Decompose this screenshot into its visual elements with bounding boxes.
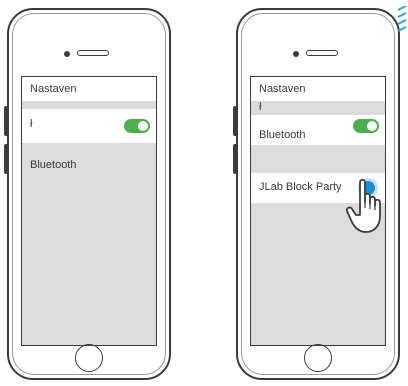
tap-hand-icon — [346, 178, 381, 233]
bluetooth-row[interactable]: Bluetooth — [251, 115, 385, 145]
volume-up-button — [4, 106, 8, 136]
home-button[interactable] — [304, 344, 332, 372]
settings-title: Nastaven — [30, 83, 77, 95]
speaker-icon — [306, 50, 338, 56]
front-camera-icon — [293, 51, 299, 57]
toggle-switch[interactable] — [124, 119, 150, 133]
wifi-label: ł — [259, 101, 262, 113]
wifi-row[interactable]: ł — [22, 109, 156, 143]
toggle-switch[interactable] — [353, 119, 379, 133]
speaker-icon — [77, 50, 109, 56]
earpiece — [64, 49, 114, 59]
earpiece — [293, 49, 343, 59]
phone-right: Nastaven ł Bluetooth JLab Block Party — [233, 8, 400, 380]
volume-up-button — [233, 106, 237, 136]
home-button[interactable] — [75, 344, 103, 372]
wifi-row[interactable]: ł — [251, 101, 385, 115]
bluetooth-label: Bluetooth — [30, 159, 77, 171]
wifi-label: ł — [30, 118, 33, 130]
front-camera-icon — [64, 51, 70, 57]
phone-left: Nastaven ł Bluetooth — [4, 8, 171, 380]
signal-waves-icon — [397, 6, 407, 32]
volume-down-button — [233, 144, 237, 174]
toggle-knob — [367, 121, 377, 131]
settings-header: Nastaven — [22, 77, 156, 101]
bluetooth-label: Bluetooth — [259, 129, 306, 141]
bluetooth-row[interactable]: Bluetooth — [22, 143, 156, 171]
device-label: JLab Block Party — [259, 181, 342, 193]
toggle-knob — [138, 121, 148, 131]
settings-title: Nastaven — [259, 83, 306, 95]
settings-screen: Nastaven ł Bluetooth — [21, 76, 157, 346]
volume-down-button — [4, 144, 8, 174]
settings-header: Nastaven — [251, 77, 385, 101]
